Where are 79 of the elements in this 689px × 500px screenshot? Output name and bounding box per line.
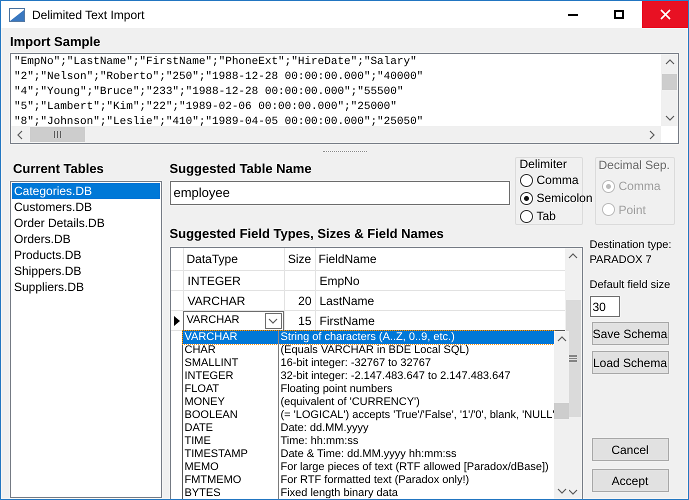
scroll-left-icon[interactable] [16, 130, 24, 140]
radio-label: Semicolon [536, 190, 593, 207]
horizontal-scrollbar[interactable] [11, 126, 661, 143]
sample-line: "4";"Young";"Bruce";"233";"1988-12-28 00:00:00.000";"55500" [14, 85, 404, 100]
cancel-button[interactable]: Cancel [592, 438, 668, 461]
dropdown-option[interactable]: CHAR (Equals VARCHAR in BDE Local SQL) [182, 344, 554, 357]
scrollbar-thumb[interactable] [30, 127, 85, 142]
dropdown-option[interactable]: INTEGER 32-bit integer: -2.147.483.647 to 2.147.483.647 [182, 370, 554, 383]
dropdown-option[interactable]: FLOAT Floating point numbers [182, 383, 554, 396]
maximize-icon [614, 10, 624, 19]
dropdown-option[interactable]: MONEY (equivalent of 'CURRENCY') [182, 396, 554, 409]
radio-button[interactable] [520, 174, 532, 186]
dropdown-option[interactable]: VARCHAR String of characters (A..Z, 0..9, etc.) [182, 331, 554, 344]
table-cell: 20 [284, 291, 314, 310]
table-list-item[interactable]: Shippers.DB [12, 263, 160, 279]
dropdown-option[interactable]: SMALLINT 16-bit integer: -32767 to 32767 [182, 357, 554, 370]
scroll-up-icon[interactable] [664, 58, 674, 66]
load-schema-button[interactable]: Load Schema [592, 351, 668, 374]
window-title: Delimited Text Import [32, 6, 146, 24]
section-title: Current Tables [13, 160, 105, 177]
section-title: Suggested Field Types, Sizes & Field Names [170, 225, 445, 242]
table-name-field[interactable]: employee [170, 181, 510, 205]
dropdown-option[interactable]: DATE Date: dd.MM.yyyy [182, 422, 554, 435]
dropdown-option[interactable]: MEMO For large pieces of text (RTF allowed [Paradox/dBase]) [182, 461, 554, 474]
accept-button[interactable]: Accept [592, 469, 668, 492]
destination-label: Destination type: [590, 238, 672, 253]
window-icon [9, 8, 25, 22]
table-cell: INTEGER [182, 271, 284, 290]
field-size-field[interactable]: 30 [590, 296, 620, 317]
dropdown-option[interactable]: TIMESTAMP Date & Time: dd.MM.yyyy hh:mm:ss [182, 448, 554, 461]
destination-value: PARADOX 7 [590, 253, 652, 268]
dropdown-button[interactable] [264, 312, 282, 328]
radio-button[interactable] [520, 192, 532, 204]
table-list-item[interactable]: Categories.DB [12, 183, 160, 199]
sample-line: "2";"Nelson";"Roberto";"250";"1988-12-28 00:00:00.000";"40000" [14, 70, 424, 85]
dropdown-option[interactable]: FMTMEMO For RTF formatted text (Paradox only!) [182, 474, 554, 487]
sample-line: "5";"Lambert";"Kim";"22";"1989-02-06 00:00:00.000";"25000" [14, 100, 397, 115]
data-type-combobox[interactable]: VARCHAR [182, 310, 284, 330]
table-list-item[interactable]: Orders.DB [12, 231, 160, 247]
dropdown-option[interactable]: BOOLEAN (= 'LOGICAL') accepts 'True'/'False', '1'/'0', blank, 'NULL' [182, 409, 554, 422]
sample-line: "EmpNo";"LastName";"FirstName";"PhoneExt";"HireDate";"Salary" [14, 55, 417, 70]
column-header[interactable]: DataType [182, 248, 284, 270]
radio-label: Point [618, 202, 646, 218]
field-size-label: Default field size [590, 278, 670, 293]
sample-line: "8";"Johnson";"Leslie";"410";"1989-04-05 00:00:00.000";"25050" [14, 115, 424, 126]
scroll-down-icon[interactable] [556, 487, 567, 495]
scroll-down-icon[interactable] [568, 488, 578, 496]
radio-button[interactable] [520, 210, 532, 222]
scroll-down-icon[interactable] [664, 114, 674, 122]
vertical-scrollbar[interactable] [554, 331, 570, 499]
column-header[interactable]: Size [284, 248, 314, 270]
group-title: Decimal Sep. [598, 158, 670, 173]
minimize-icon [568, 14, 578, 16]
close-icon [660, 9, 670, 20]
scrollbar-thumb[interactable] [662, 74, 677, 90]
scroll-right-icon[interactable] [648, 130, 656, 140]
close-button[interactable] [642, 1, 688, 28]
save-schema-button[interactable]: Save Schema [592, 322, 668, 345]
dropdown-option[interactable]: BYTES Fixed length binary data [182, 487, 554, 499]
table-list-item[interactable]: Order Details.DB [12, 215, 160, 231]
dropdown-option[interactable]: TIME Time: hh:mm:ss [182, 435, 554, 448]
scroll-up-icon[interactable] [568, 252, 578, 260]
table-list-item[interactable]: Products.DB [12, 247, 160, 263]
radio-label: Comma [536, 172, 579, 189]
grip-icon [54, 131, 61, 138]
table-cell: VARCHAR [182, 291, 284, 310]
chevron-down-icon[interactable] [268, 316, 278, 324]
group-title: Delimiter [520, 157, 568, 171]
table-list-item[interactable]: Customers.DB [12, 199, 160, 215]
radio-label: Tab [536, 208, 556, 225]
radio-label: Comma [618, 178, 661, 195]
section-title: Import Sample [10, 33, 102, 50]
scrollbar-thumb[interactable] [554, 403, 570, 419]
section-title: Suggested Table Name [170, 160, 313, 177]
vertical-scrollbar[interactable] [661, 54, 678, 126]
row-indicator-icon [174, 316, 180, 326]
scroll-up-icon[interactable] [556, 335, 567, 343]
table-list-item[interactable]: Suppliers.DB [12, 279, 160, 295]
sample-text-area[interactable] [10, 53, 679, 144]
